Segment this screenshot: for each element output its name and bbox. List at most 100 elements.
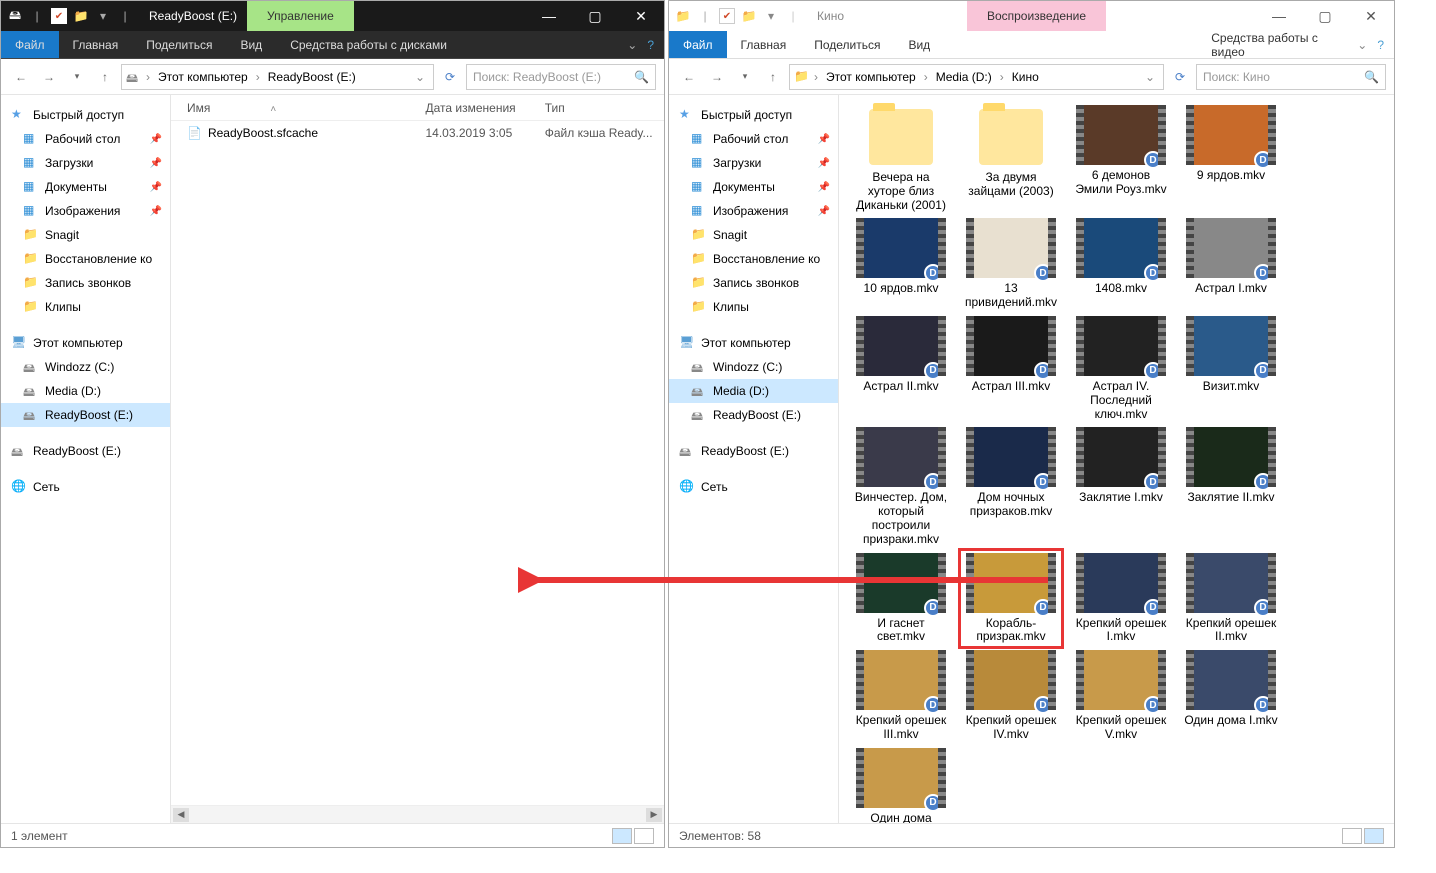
history-dropdown[interactable]: ▾ — [65, 65, 89, 89]
video-item[interactable]: DИ гаснет свет.mkv — [853, 553, 949, 645]
video-item[interactable]: DКрепкий орешек III.mkv — [853, 650, 949, 742]
video-item[interactable]: DАстрал IV. Последний ключ.mkv — [1073, 316, 1169, 421]
chevron-right-icon[interactable]: › — [922, 70, 930, 84]
file-row[interactable]: 📄ReadyBoost.sfcache 14.03.2019 3:05 Файл… — [171, 121, 664, 145]
sidebar-item[interactable]: 📁Запись звонков — [1, 271, 170, 295]
video-item[interactable]: D10 ярдов.mkv — [853, 218, 949, 310]
qat-dropdown[interactable]: ▾ — [95, 8, 111, 24]
scroll-left-button[interactable]: ◀ — [173, 808, 189, 822]
sidebar-item[interactable]: ▦Изображения📌 — [669, 199, 838, 223]
sidebar-item[interactable]: ▦Загрузки📌 — [1, 151, 170, 175]
sidebar-network[interactable]: 🌐Сеть — [1, 475, 170, 499]
video-item[interactable]: DКрепкий орешек IV.mkv — [963, 650, 1059, 742]
chevron-right-icon[interactable]: › — [998, 70, 1006, 84]
sidebar-item[interactable]: 📁Snagit — [1, 223, 170, 247]
view-details-button[interactable] — [1342, 828, 1362, 844]
sidebar-this-pc[interactable]: 🖥Этот компьютер — [669, 331, 838, 355]
history-dropdown[interactable]: ▾ — [733, 65, 757, 89]
sidebar-drive[interactable]: 🖴Media (D:) — [669, 379, 838, 403]
up-button[interactable]: ↑ — [761, 65, 785, 89]
search-input[interactable]: Поиск: ReadyBoost (E:) 🔍 — [466, 64, 656, 90]
col-name[interactable]: Имя˄ — [187, 101, 426, 115]
folder-icon[interactable]: 📁 — [741, 8, 757, 24]
scrollbar-horizontal[interactable]: ◀ ▶ — [171, 805, 664, 823]
col-date[interactable]: Дата изменения — [426, 101, 545, 115]
sidebar-drive[interactable]: 🖴ReadyBoost (E:) — [1, 403, 170, 427]
ribbon-tab-share[interactable]: Поделиться — [800, 31, 894, 58]
video-item[interactable]: DАстрал I.mkv — [1183, 218, 1279, 310]
sidebar-item[interactable]: 📁Восстановление ко — [1, 247, 170, 271]
ribbon-tab-view[interactable]: Вид — [226, 31, 276, 58]
sidebar-drive[interactable]: 🖴Windozz (C:) — [1, 355, 170, 379]
sidebar-item[interactable]: ▦Рабочий стол📌 — [669, 127, 838, 151]
search-input[interactable]: Поиск: Кино 🔍 — [1196, 64, 1386, 90]
sidebar-item[interactable]: ▦Изображения📌 — [1, 199, 170, 223]
up-button[interactable]: ↑ — [93, 65, 117, 89]
breadcrumb-dropdown[interactable]: ⌄ — [411, 70, 429, 84]
chevron-right-icon[interactable]: › — [144, 70, 152, 84]
chevron-right-icon[interactable]: › — [254, 70, 262, 84]
folder-item[interactable]: За двумя зайцами (2003) — [963, 105, 1059, 212]
chevron-right-icon[interactable]: › — [812, 70, 820, 84]
sidebar-item[interactable]: ▦Документы📌 — [669, 175, 838, 199]
close-button[interactable]: ✕ — [1348, 1, 1394, 31]
refresh-button[interactable]: ⟳ — [438, 65, 462, 89]
video-item[interactable]: DКорабль-призрак.mkv — [963, 553, 1059, 645]
titlebar[interactable]: 🖴 | ✔ 📁 ▾ | ReadyBoost (E:) Управление —… — [1, 1, 664, 31]
sidebar-item[interactable]: 📁Восстановление ко — [669, 247, 838, 271]
video-item[interactable]: DКрепкий орешек V.mkv — [1073, 650, 1169, 742]
refresh-button[interactable]: ⟳ — [1168, 65, 1192, 89]
breadcrumb[interactable]: 🖴 › Этот компьютер › ReadyBoost (E:) ⌄ — [121, 64, 434, 90]
ribbon-expand-icon[interactable]: ⌄ — [1357, 38, 1367, 52]
sidebar-removable[interactable]: 🖴ReadyBoost (E:) — [1, 439, 170, 463]
help-icon[interactable]: ? — [647, 38, 654, 52]
breadcrumb-seg[interactable]: ReadyBoost (E:) — [264, 70, 360, 84]
sidebar-quick-access[interactable]: ★Быстрый доступ — [669, 103, 838, 127]
ribbon-expand-icon[interactable]: ⌄ — [627, 38, 637, 52]
sidebar-this-pc[interactable]: 🖥Этот компьютер — [1, 331, 170, 355]
sidebar-drive[interactable]: 🖴Media (D:) — [1, 379, 170, 403]
ribbon-tab-home[interactable]: Главная — [727, 31, 801, 58]
ribbon-tab-view[interactable]: Вид — [894, 31, 944, 58]
video-item[interactable]: D6 демонов Эмили Роуз.mkv — [1073, 105, 1169, 212]
sidebar-item[interactable]: ▦Загрузки📌 — [669, 151, 838, 175]
view-details-button[interactable] — [612, 828, 632, 844]
checkbox-icon[interactable]: ✔ — [51, 8, 67, 24]
breadcrumb-seg[interactable]: Этот компьютер — [154, 70, 252, 84]
ribbon-file[interactable]: Файл — [1, 31, 59, 58]
ribbon-tab-context[interactable]: Средства работы с дисками — [276, 31, 461, 58]
folder-item[interactable]: Вечера на хуторе близ Диканьки (2001) — [853, 105, 949, 212]
video-item[interactable]: DОдин дома II.mkv — [853, 748, 949, 823]
context-tab[interactable]: Воспроизведение — [967, 1, 1106, 31]
sidebar-item[interactable]: 📁Запись звонков — [669, 271, 838, 295]
col-type[interactable]: Тип — [545, 101, 664, 115]
titlebar[interactable]: 📁 | ✔ 📁 ▾ | Кино Воспроизведение — ▢ ✕ — [669, 1, 1394, 31]
video-item[interactable]: DАстрал II.mkv — [853, 316, 949, 421]
video-item[interactable]: DЗаклятие II.mkv — [1183, 427, 1279, 546]
ribbon-tab-home[interactable]: Главная — [59, 31, 133, 58]
video-item[interactable]: DДом ночных призраков.mkv — [963, 427, 1059, 546]
ribbon-tab-share[interactable]: Поделиться — [132, 31, 226, 58]
ribbon-file[interactable]: Файл — [669, 31, 727, 58]
ribbon-tab-context[interactable]: Средства работы с видео — [1197, 31, 1347, 58]
qat-dropdown[interactable]: ▾ — [763, 8, 779, 24]
minimize-button[interactable]: — — [1256, 1, 1302, 31]
breadcrumb-seg[interactable]: Media (D:) — [932, 70, 996, 84]
context-tab[interactable]: Управление — [247, 1, 354, 31]
forward-button[interactable]: → — [705, 65, 729, 89]
sidebar-item[interactable]: ▦Документы📌 — [1, 175, 170, 199]
maximize-button[interactable]: ▢ — [572, 1, 618, 31]
help-icon[interactable]: ? — [1377, 38, 1384, 52]
view-icons-button[interactable] — [1364, 828, 1384, 844]
close-button[interactable]: ✕ — [618, 1, 664, 31]
sidebar-network[interactable]: 🌐Сеть — [669, 475, 838, 499]
search-icon[interactable]: 🔍 — [1364, 70, 1379, 84]
breadcrumb-dropdown[interactable]: ⌄ — [1141, 70, 1159, 84]
video-item[interactable]: DКрепкий орешек I.mkv — [1073, 553, 1169, 645]
back-button[interactable]: ← — [9, 65, 33, 89]
video-item[interactable]: D1408.mkv — [1073, 218, 1169, 310]
sidebar-drive[interactable]: 🖴ReadyBoost (E:) — [669, 403, 838, 427]
sidebar-item[interactable]: 📁Клипы — [1, 295, 170, 319]
sidebar-quick-access[interactable]: ★Быстрый доступ — [1, 103, 170, 127]
video-item[interactable]: DЗаклятие I.mkv — [1073, 427, 1169, 546]
